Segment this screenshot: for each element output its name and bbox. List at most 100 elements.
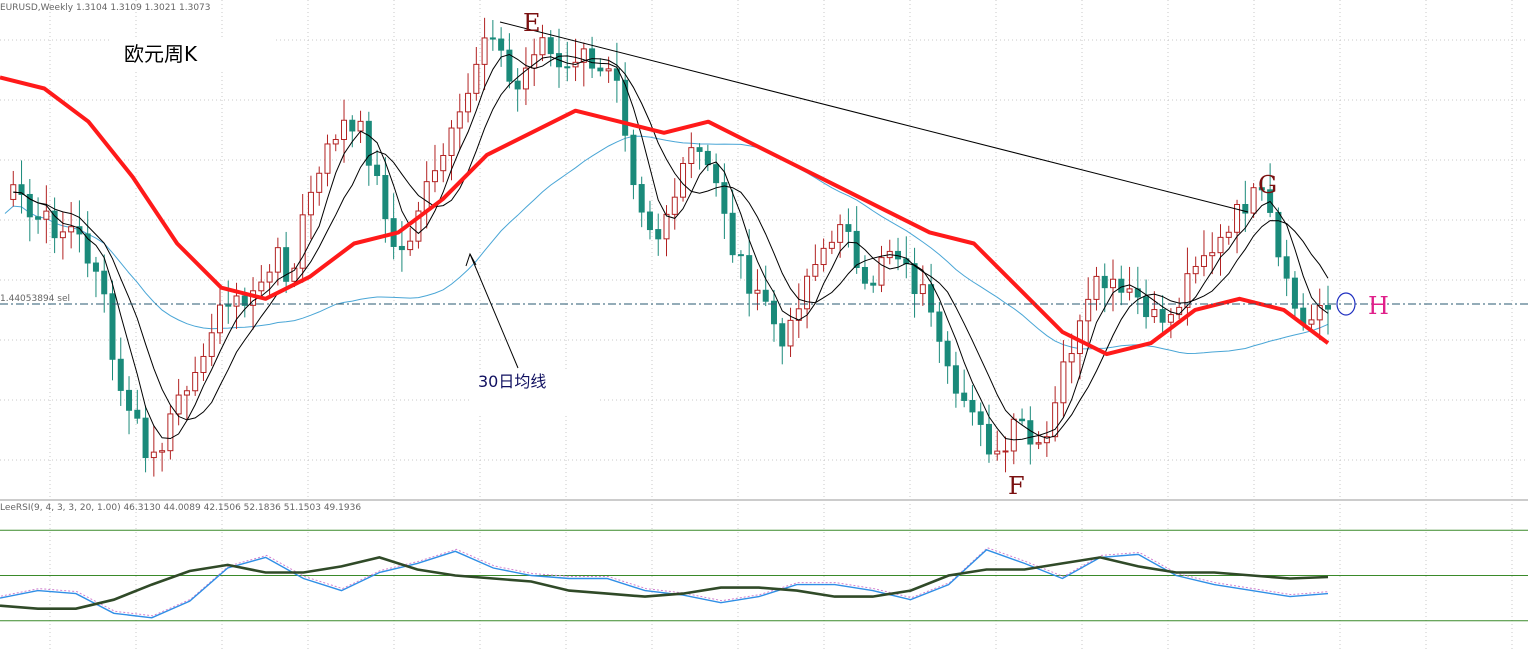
oscillator-panel (0, 529, 1528, 622)
candle-body (944, 340, 951, 367)
candle-body (374, 164, 381, 177)
candle-body (216, 304, 223, 334)
oscillator-info: LeeRSI(9, 4, 3, 3, 20, 1.00) 46.3130 44.… (0, 503, 362, 513)
candle-body (696, 147, 703, 152)
candle-body (655, 229, 662, 240)
symbol-info: EURUSD,Weekly 1.3104 1.3109 1.3021 1.307… (0, 3, 211, 13)
candle-body (671, 196, 678, 215)
candle-body (514, 80, 521, 90)
candle-body (820, 247, 827, 266)
candle-body (175, 394, 182, 415)
candle-body (407, 240, 414, 251)
candle-body (646, 211, 653, 231)
candle-body (481, 37, 488, 65)
candle-body (663, 213, 670, 240)
candle-body (1325, 305, 1331, 310)
candle-body (1250, 187, 1257, 214)
candle-body (200, 355, 207, 374)
candle-body (522, 67, 529, 90)
candle-body (117, 358, 124, 391)
candle-body (762, 289, 769, 302)
candle-body (977, 411, 984, 425)
candle-body (150, 451, 157, 459)
candle-body (316, 172, 323, 193)
candle-body (465, 92, 472, 113)
candle-body (1200, 255, 1207, 267)
candle-body (688, 147, 695, 164)
candle-body (398, 245, 405, 251)
candle-body (680, 162, 687, 198)
candle-body (183, 390, 190, 396)
candle-body (142, 417, 149, 459)
ma-label-box: 30日均线 (470, 370, 600, 414)
forex-chart (0, 0, 1528, 651)
ma-label-pointer (469, 253, 519, 369)
candle-body (564, 66, 571, 69)
candle-body (274, 247, 281, 273)
candle-body (341, 119, 348, 141)
candle-body (770, 300, 777, 325)
candle-body (779, 323, 786, 347)
candle-body (853, 230, 860, 268)
ma-fast-4 (13, 53, 1329, 441)
candle-body (456, 111, 463, 129)
candles (10, 17, 1331, 477)
candle-body (828, 241, 835, 249)
candle-body (92, 262, 99, 272)
candle-body (1085, 298, 1092, 322)
point-label-f: F (1008, 472, 1025, 500)
candle-body (208, 332, 215, 357)
candle-body (1225, 231, 1232, 238)
candle-body (1027, 420, 1034, 445)
candle-body (638, 184, 645, 213)
candle-body (1010, 418, 1017, 452)
candle-body (192, 372, 199, 392)
chart-grid (0, 0, 1528, 651)
candle-body (167, 413, 174, 452)
candle-body (630, 134, 637, 186)
candle-body (126, 389, 133, 411)
ma-fast-line (13, 53, 1329, 441)
candle-body (43, 210, 50, 220)
candle-body (498, 38, 505, 51)
candle-body (332, 139, 339, 145)
candle-body (721, 182, 728, 214)
osc-slow-line (0, 556, 1329, 611)
candle-body (919, 284, 926, 295)
candle-body (440, 154, 447, 172)
candle-body (994, 450, 1001, 455)
candle-body (59, 231, 66, 239)
point-label-h: H (1368, 292, 1389, 320)
candle-body (68, 226, 75, 233)
candle-body (605, 68, 612, 72)
candle-body (1076, 320, 1083, 355)
candle-body (1052, 402, 1059, 438)
candle-body (713, 164, 720, 184)
candle-body (547, 37, 554, 55)
candle-body (431, 170, 438, 183)
candle-body (1283, 256, 1290, 279)
candle-body (382, 175, 389, 220)
candle-body (473, 63, 480, 94)
candle-body (1110, 278, 1117, 289)
candle-body (837, 224, 844, 243)
candle-body (1159, 309, 1166, 323)
candle-body (969, 399, 976, 413)
candle-body (1217, 236, 1224, 254)
candle-body (1118, 278, 1125, 293)
candle-body (489, 37, 496, 40)
candle-body (845, 224, 852, 232)
candle-body (928, 284, 935, 313)
candle-body (1209, 252, 1216, 257)
candle-body (729, 212, 736, 256)
price-line-label: 1.44053894 sel (0, 294, 70, 304)
candle-body (101, 270, 108, 295)
ma-fast-8 (13, 56, 1329, 439)
candle-body (754, 289, 761, 294)
chart-title-box: 欧元周K (112, 38, 274, 72)
candle-body (266, 271, 273, 283)
candle-body (1093, 275, 1100, 300)
candle-body (423, 181, 430, 212)
candle-body (307, 191, 314, 216)
candle-body (1308, 319, 1315, 325)
